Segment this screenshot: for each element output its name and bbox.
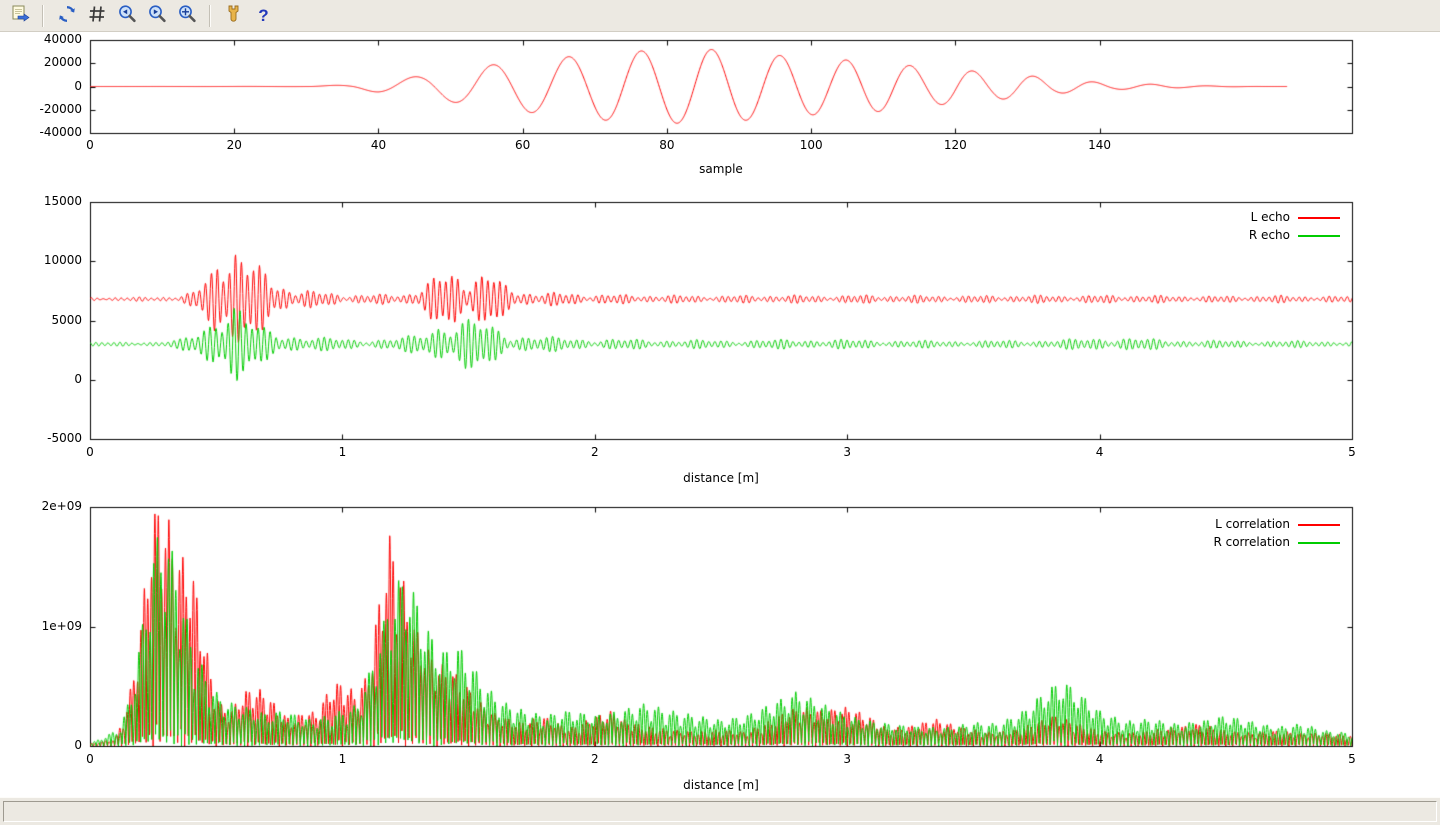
- zoom-next-icon: [146, 3, 168, 28]
- status-bar: [0, 797, 1440, 825]
- x-tick-label: 5: [1322, 445, 1382, 459]
- replot-button[interactable]: [53, 2, 80, 29]
- y-tick-label: -40000: [10, 125, 82, 139]
- y-tick-label: -5000: [10, 431, 82, 445]
- x-tick-label: 4: [1070, 752, 1130, 766]
- legend-swatch: [1298, 235, 1340, 237]
- x-tick-label: 0: [60, 752, 120, 766]
- help-button[interactable]: ?: [250, 2, 277, 29]
- x-tick-label: 1: [312, 752, 372, 766]
- y-tick-label: 0: [10, 79, 82, 93]
- x-tick-label: 5: [1322, 752, 1382, 766]
- zoom-next-button[interactable]: [143, 2, 170, 29]
- x-tick-label: 100: [781, 138, 841, 152]
- zoom-previous-icon: [116, 3, 138, 28]
- help-icon: ?: [258, 7, 268, 24]
- x-axis-label: sample: [621, 162, 821, 176]
- autoscale-button[interactable]: [173, 2, 200, 29]
- grid-icon: [86, 3, 108, 28]
- toggle-grid-button[interactable]: [83, 2, 110, 29]
- legend-label: L echo: [1130, 210, 1290, 224]
- wrench-icon: [223, 3, 245, 28]
- x-tick-label: 80: [637, 138, 697, 152]
- y-tick-label: -20000: [10, 102, 82, 116]
- x-tick-label: 0: [60, 138, 120, 152]
- x-tick-label: 20: [204, 138, 264, 152]
- zoom-previous-button[interactable]: [113, 2, 140, 29]
- legend-swatch: [1298, 524, 1340, 526]
- x-tick-label: 1: [312, 445, 372, 459]
- x-tick-label: 2: [565, 445, 625, 459]
- autoscale-icon: [176, 3, 198, 28]
- configure-button[interactable]: [220, 2, 247, 29]
- x-tick-label: 0: [60, 445, 120, 459]
- pulse-chart: 020406080100120140-40000-200000200004000…: [0, 36, 1440, 194]
- y-tick-label: 1e+09: [10, 619, 82, 633]
- correlation-chart: 0 1 2 3 4 5 0 1e+09 2e+09 distance [m] L correlati…: [0, 501, 1440, 797]
- plot-area: 020406080100120140-40000-200000200004000…: [0, 33, 1440, 797]
- status-field: [3, 801, 1437, 822]
- y-tick-label: 40000: [10, 32, 82, 46]
- y-tick-label: 10000: [10, 253, 82, 267]
- copy-icon: [9, 3, 31, 28]
- echo-chart: 012345-5000050001000015000distance [m]L …: [0, 196, 1440, 496]
- legend-label: R echo: [1130, 228, 1290, 242]
- x-axis-label: distance [m]: [621, 778, 821, 792]
- legend-swatch: [1298, 542, 1340, 544]
- y-tick-label: 15000: [10, 194, 82, 208]
- x-tick-label: 60: [493, 138, 553, 152]
- copy-to-clipboard-button[interactable]: [6, 2, 33, 29]
- toolbar: ?: [0, 0, 1440, 32]
- x-tick-label: 4: [1070, 445, 1130, 459]
- legend-label: L correlation: [1130, 517, 1290, 531]
- y-tick-label: 20000: [10, 55, 82, 69]
- x-tick-label: 140: [1070, 138, 1130, 152]
- legend-swatch: [1298, 217, 1340, 219]
- toolbar-separator: [209, 5, 211, 27]
- toolbar-separator: [42, 5, 44, 27]
- y-tick-label: 2e+09: [10, 499, 82, 513]
- x-tick-label: 3: [817, 445, 877, 459]
- x-tick-label: 2: [565, 752, 625, 766]
- replot-icon: [56, 3, 78, 28]
- y-tick-label: 5000: [10, 313, 82, 327]
- y-tick-label: 0: [10, 738, 82, 752]
- x-tick-label: 40: [348, 138, 408, 152]
- y-tick-label: 0: [10, 372, 82, 386]
- x-tick-label: 3: [817, 752, 877, 766]
- x-tick-label: 120: [925, 138, 985, 152]
- legend-label: R correlation: [1130, 535, 1290, 549]
- x-axis-label: distance [m]: [621, 471, 821, 485]
